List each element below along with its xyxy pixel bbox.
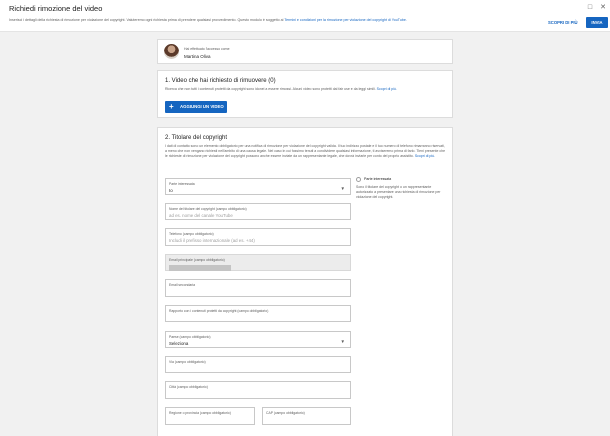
info-title: Parte interessata: [364, 177, 392, 181]
subtitle-text: Inserisci i dettagli della richiesta di …: [9, 18, 285, 22]
videos-learn-more-link[interactable]: Scopri di più.: [377, 87, 397, 91]
info-desc: Sono il titolare del copyright o un rapp…: [356, 185, 441, 199]
city-label: Città (campo obbligatorio): [169, 385, 208, 389]
owner-name-field[interactable]: Nome del titolare del copyright (campo o…: [165, 203, 351, 220]
account-card: Hai effettuato l'accesso come Martina Ol…: [157, 39, 453, 64]
redacted-email: [169, 265, 231, 271]
affected-party-value: Io: [169, 188, 173, 193]
region-field[interactable]: Regione o provincia (campo obbligatorio): [165, 407, 255, 425]
copyright-owner-section: 2. Titolare del copyright I dati di cont…: [157, 127, 453, 436]
videos-section: 1. Video che hai richiesto di rimuovere …: [157, 70, 453, 118]
city-field[interactable]: Città (campo obbligatorio): [165, 381, 351, 399]
close-icon[interactable]: ✕: [599, 4, 607, 12]
affected-party-select[interactable]: Parte interessata Io ▼: [165, 178, 351, 195]
dialog-header: Richiedi rimozione del video Inserisci i…: [0, 0, 610, 32]
zip-field[interactable]: CAP (campo obbligatorio): [262, 407, 351, 425]
add-video-button[interactable]: + AGGIUNGI UN VIDEO: [165, 101, 227, 113]
user-name: Martina Oliva: [184, 54, 211, 59]
add-video-label: AGGIUNGI UN VIDEO: [180, 104, 224, 109]
videos-desc-text: Ricerca che non tutti i contenuti protet…: [165, 87, 377, 91]
videos-section-title: 1. Video che hai richiesto di rimuovere …: [165, 78, 276, 84]
dialog-title: Richiedi rimozione del video: [9, 4, 103, 13]
owner-section-title: 2. Titolare del copyright: [165, 135, 228, 141]
owner-desc-text: I dati di contatto sono un elemento obbl…: [165, 144, 446, 158]
region-label: Regione o provincia (campo obbligatorio): [169, 411, 231, 415]
primary-email-label: Email principale (campo obbligatorio): [169, 258, 225, 262]
street-field[interactable]: Via (campo obbligatorio): [165, 356, 351, 373]
secondary-email-label: Email secondaria: [169, 283, 196, 287]
owner-name-placeholder: ad es. nome del canale YouTube: [169, 213, 233, 218]
phone-placeholder: Includi il prefisso internazionale (ad e…: [169, 238, 255, 243]
phone-field[interactable]: Telefono (campo obbligatorio) Includi il…: [165, 228, 351, 246]
logged-in-label: Hai effettuato l'accesso come: [184, 47, 230, 51]
plus-icon: +: [169, 102, 174, 111]
street-label: Via (campo obbligatorio): [169, 360, 206, 364]
submit-button[interactable]: INVIA: [586, 17, 608, 28]
chevron-down-icon: ▼: [340, 339, 345, 344]
relation-label: Rapporto con i contenuti protetti da cop…: [169, 309, 269, 313]
primary-email-field: Email principale (campo obbligatorio): [165, 254, 351, 271]
country-label: Paese (campo obbligatorio): [169, 335, 211, 339]
feedback-icon[interactable]: □: [586, 4, 594, 12]
videos-section-desc: Ricerca che non tutti i contenuti protet…: [165, 87, 397, 92]
dialog-subtitle: Inserisci i dettagli della richiesta di …: [9, 18, 407, 22]
info-radio[interactable]: [356, 177, 361, 182]
owner-learn-more-link[interactable]: Scopri di più.: [415, 154, 435, 158]
chevron-down-icon: ▼: [340, 186, 345, 191]
country-select[interactable]: Paese (campo obbligatorio) Seleziona ▼: [165, 331, 351, 348]
terms-link[interactable]: Termini e condizioni per la rimozione pe…: [284, 18, 407, 22]
relation-field[interactable]: Rapporto con i contenuti protetti da cop…: [165, 305, 351, 322]
phone-label: Telefono (campo obbligatorio): [169, 232, 214, 236]
owner-section-desc: I dati di contatto sono un elemento obbl…: [165, 144, 447, 159]
secondary-email-field[interactable]: Email secondaria: [165, 279, 351, 297]
zip-label: CAP (campo obbligatorio): [266, 411, 305, 415]
avatar: [164, 44, 179, 59]
owner-name-label: Nome del titolare del copyright (campo o…: [169, 207, 247, 211]
learn-more-button[interactable]: SCOPRI DI PIÙ: [548, 20, 578, 25]
affected-party-label: Parte interessata: [169, 182, 195, 186]
country-value: Seleziona: [169, 341, 189, 346]
